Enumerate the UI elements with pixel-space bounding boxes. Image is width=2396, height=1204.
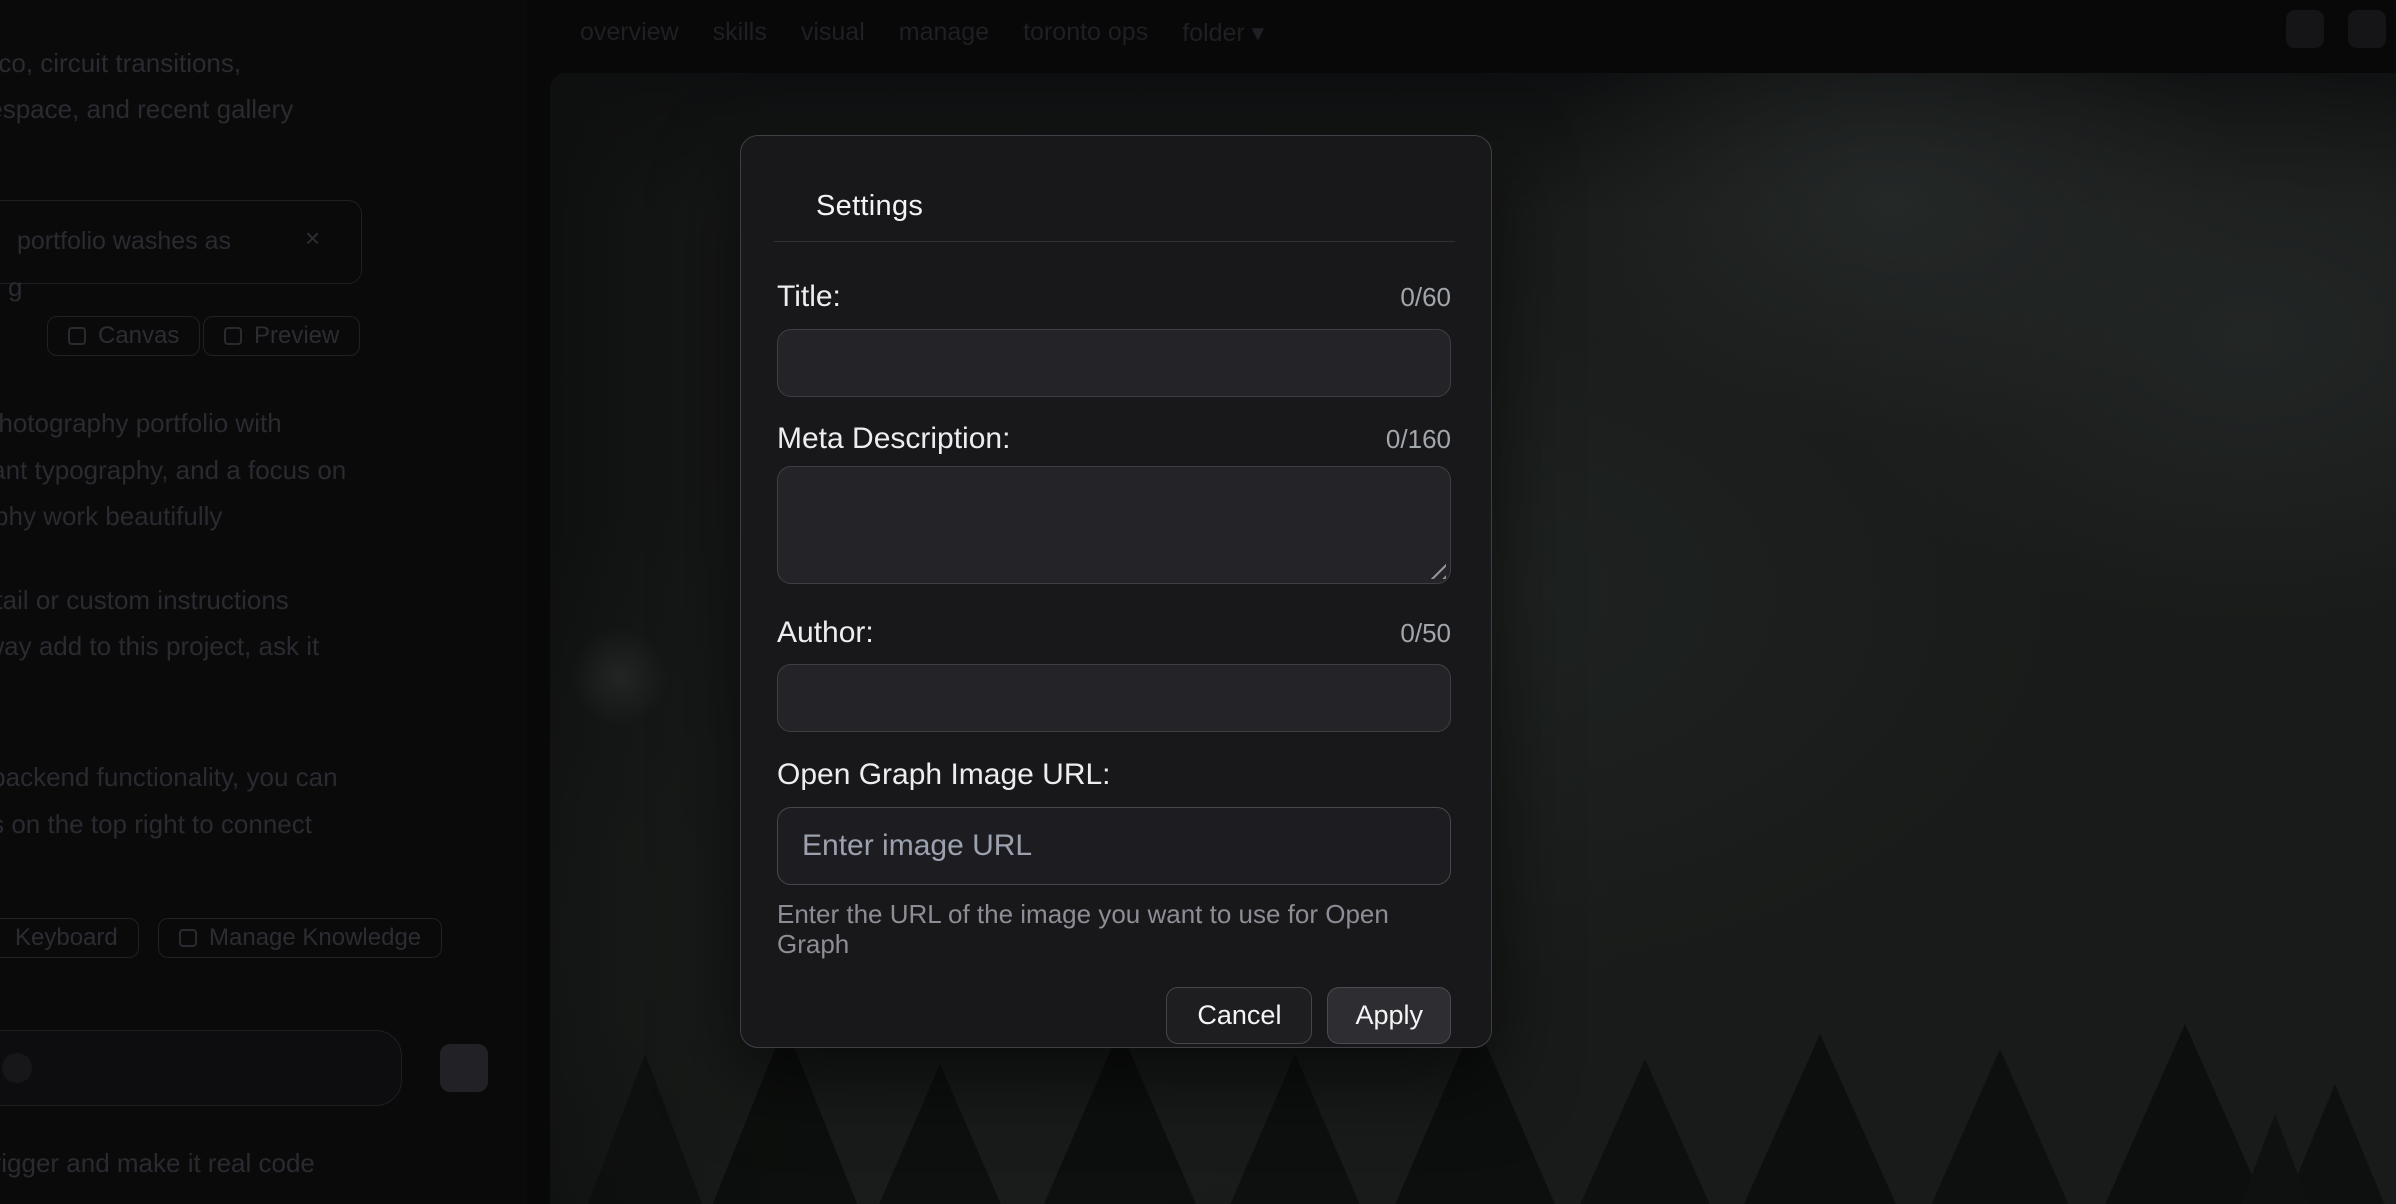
chat-message-line: see backend functionality, you can [0,762,338,793]
chat-message-line: ing photography portfolio with [0,408,282,439]
manage-knowledge-label: Manage Knowledge [209,924,421,952]
topbar-item[interactable]: manage [899,18,989,48]
divider [774,241,1455,242]
meta-description-counter: 0/160 [1386,420,1451,458]
attach-icon[interactable] [2,1053,32,1083]
chat-message-line: ography work beautifully [0,501,222,532]
panel-icon[interactable] [2286,10,2324,48]
canvas-toggle-label: Canvas [98,322,179,350]
keyboard-button-label: Keyboard [15,924,118,952]
topbar-item[interactable]: visual [801,18,865,48]
author-counter: 0/50 [1400,614,1451,652]
notice-card: portfolio washes as × [0,200,362,284]
cancel-button[interactable]: Cancel [1166,987,1312,1044]
chat-message-line: to away add to this project, ask it [0,631,319,662]
chat-message-line: elegant typography, and a focus on [0,455,346,486]
notice-text: portfolio washes as [17,227,231,256]
title-label: Title: [777,278,841,316]
chat-message-line: items on the top right to connect [0,809,312,840]
preview-icon [224,327,242,345]
chat-sidebar: type co, circuit transitions, whitespace… [0,0,527,1204]
canvas-toggle-button[interactable]: Canvas [47,316,200,356]
topbar-item[interactable]: skills [713,18,767,48]
apply-button[interactable]: Apply [1327,987,1451,1044]
close-icon[interactable]: × [305,223,320,254]
sidebar-text-line: type co, circuit transitions, [0,48,241,79]
chat-message-line: cocktail or custom instructions [0,585,289,616]
keyboard-button[interactable]: Keyboard [0,918,139,958]
modal-title: Settings [741,136,1491,224]
send-button[interactable] [440,1044,488,1092]
canvas-icon [68,327,86,345]
og-image-url-label: Open Graph Image URL: [777,756,1111,794]
author-input[interactable] [777,664,1451,732]
sidebar-text-line: g [8,272,22,303]
og-image-helper-text: Enter the URL of the image you want to u… [777,899,1451,959]
preview-toggle-label: Preview [254,322,339,350]
chat-input[interactable] [0,1030,402,1106]
title-counter: 0/60 [1400,278,1451,316]
meta-description-label: Meta Description: [777,420,1010,458]
topbar-item[interactable]: folder ▾ [1182,18,1264,48]
share-icon[interactable] [2348,10,2386,48]
meta-description-textarea[interactable] [777,466,1451,584]
knowledge-icon [179,929,197,947]
title-input[interactable] [777,329,1451,397]
topbar-item[interactable]: toronto ops [1023,18,1148,48]
topbar-item[interactable]: overview [580,18,679,48]
manage-knowledge-button[interactable]: Manage Knowledge [158,918,442,958]
settings-modal: Settings Title: 0/60 Meta Description: 0… [740,135,1492,1048]
author-label: Author: [777,614,874,652]
topbar-icons [2286,10,2386,48]
sidebar-footer-note: the trigger and make it real code [0,1148,315,1179]
breadcrumb: overview skills visual manage toronto op… [580,18,1264,48]
top-bar: overview skills visual manage toronto op… [550,0,2396,66]
preview-toggle-button[interactable]: Preview [203,316,360,356]
og-image-url-input[interactable] [777,807,1451,885]
sidebar-text-line: whitespace, and recent gallery [0,94,293,125]
